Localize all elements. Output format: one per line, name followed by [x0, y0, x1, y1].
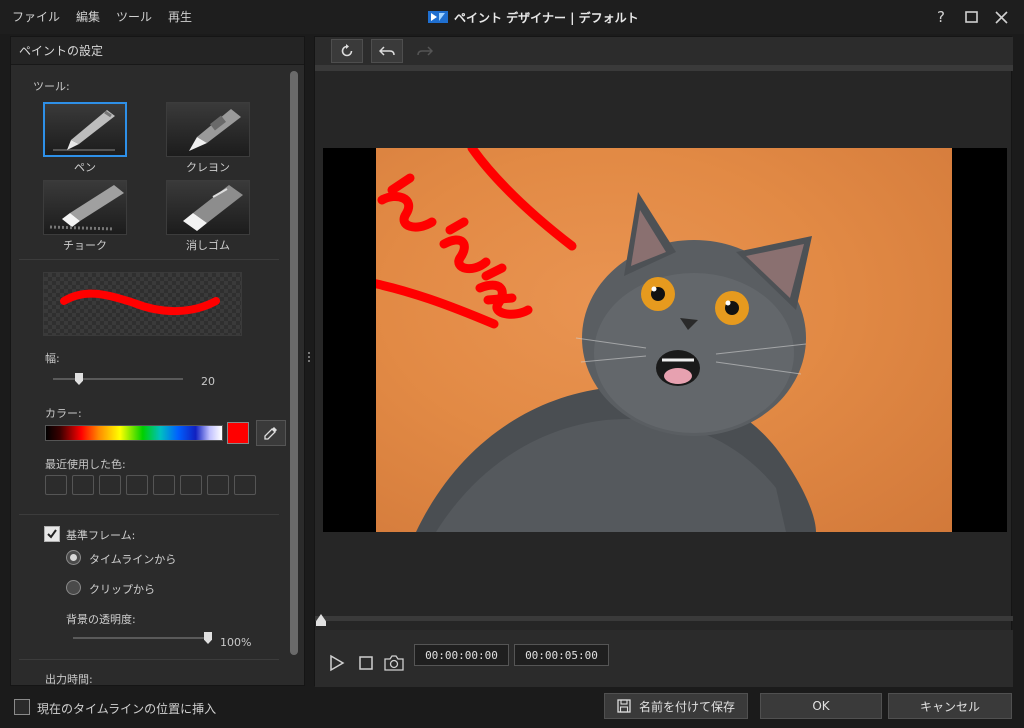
- divider: [19, 514, 279, 515]
- width-slider-track[interactable]: [53, 378, 183, 380]
- bg-opacity-slider-thumb[interactable]: [204, 632, 212, 644]
- save-as-button[interactable]: 名前を付けて保存: [604, 693, 748, 719]
- maximize-button[interactable]: [962, 8, 980, 26]
- pen-icon: [43, 102, 127, 157]
- recent-color-swatch[interactable]: [126, 475, 148, 495]
- insert-at-timeline-label: 現在のタイムラインの位置に挿入: [37, 702, 217, 716]
- recent-colors-label: 最近使用した色:: [45, 458, 126, 471]
- current-color-swatch[interactable]: [227, 422, 249, 444]
- radio-from-clip-label: クリップから: [89, 583, 155, 596]
- menu-play[interactable]: 再生: [160, 0, 200, 34]
- reset-icon: [341, 44, 353, 57]
- tool-crayon[interactable]: クレヨン: [166, 102, 250, 175]
- close-button[interactable]: [992, 8, 1010, 26]
- checkmark-icon: [47, 529, 57, 539]
- tool-eraser-label: 消しゴム: [186, 239, 230, 252]
- paint-settings-panel: ペイントの設定 ツール: ペン クレヨン チョーク 消しゴム 幅: 20 カラー…: [10, 36, 305, 686]
- toolbar-edge: [315, 65, 1013, 71]
- eyedropper-icon: [264, 427, 277, 440]
- window-controls: ?: [932, 0, 1010, 34]
- play-button[interactable]: [326, 652, 348, 674]
- bottom-bar: 現在のタイムラインの位置に挿入 名前を付けて保存 OK キャンセル: [0, 690, 1024, 728]
- bg-opacity-label: 背景の透明度:: [66, 613, 136, 626]
- save-as-label: 名前を付けて保存: [638, 699, 735, 714]
- current-timecode[interactable]: 00:00:00:00: [414, 644, 509, 666]
- close-icon: [994, 10, 1008, 24]
- app-logo-icon: [428, 10, 448, 24]
- radio-from-clip[interactable]: [66, 580, 81, 595]
- ok-button[interactable]: OK: [760, 693, 882, 719]
- tool-crayon-label: クレヨン: [186, 161, 230, 174]
- canvas-area: 00:00:00:00 00:00:05:00: [314, 36, 1013, 687]
- menu-edit[interactable]: 編集: [68, 0, 108, 34]
- brush-preview: [43, 272, 242, 336]
- save-icon: [617, 699, 631, 713]
- paint-canvas[interactable]: [323, 148, 1007, 532]
- ref-frame-checkbox[interactable]: [44, 526, 60, 542]
- menu-tools[interactable]: ツール: [108, 0, 160, 34]
- tool-pen[interactable]: ペン: [43, 102, 127, 175]
- chalk-icon: [43, 180, 127, 235]
- play-icon: [330, 654, 345, 672]
- reset-button[interactable]: [331, 39, 363, 63]
- panel-scrollbar[interactable]: [290, 71, 298, 655]
- output-time-label: 出力時間:: [45, 673, 93, 686]
- recent-color-swatch[interactable]: [153, 475, 175, 495]
- undo-icon: [379, 46, 395, 56]
- playback-controls: 00:00:00:00 00:00:05:00: [315, 630, 1013, 687]
- recent-color-swatch[interactable]: [45, 475, 67, 495]
- recent-color-swatch[interactable]: [207, 475, 229, 495]
- redo-button[interactable]: [409, 39, 441, 63]
- bg-opacity-value: 100%: [220, 636, 252, 649]
- panel-title: ペイントの設定: [11, 37, 304, 65]
- maximize-icon: [964, 11, 978, 23]
- redo-icon: [417, 46, 433, 56]
- divider: [19, 659, 279, 660]
- width-slider-thumb[interactable]: [75, 373, 83, 385]
- snapshot-button[interactable]: [383, 652, 405, 674]
- color-spectrum[interactable]: [45, 425, 223, 441]
- tool-pen-label: ペン: [74, 161, 96, 174]
- window-title-group: ペイント デザイナー | デフォルト: [428, 0, 639, 34]
- tool-chalk[interactable]: チョーク: [43, 180, 127, 253]
- window-title: ペイント デザイナー | デフォルト: [454, 10, 639, 25]
- tools-label: ツール:: [33, 80, 70, 93]
- duration-timecode[interactable]: 00:00:05:00: [514, 644, 609, 666]
- bg-opacity-slider-track[interactable]: [73, 637, 208, 639]
- scrollbar-thumb[interactable]: [290, 71, 298, 655]
- menu-bar: ファイル 編集 ツール 再生: [4, 0, 200, 34]
- ref-frame-label: 基準フレーム:: [66, 529, 136, 542]
- recent-color-swatch[interactable]: [234, 475, 256, 495]
- brush-stroke-preview: [60, 289, 220, 315]
- canvas-toolbar: [315, 37, 1013, 65]
- width-label: 幅:: [45, 352, 60, 365]
- color-label: カラー:: [45, 407, 82, 420]
- recent-color-swatch[interactable]: [99, 475, 121, 495]
- menu-file[interactable]: ファイル: [4, 0, 68, 34]
- help-button[interactable]: ?: [932, 8, 950, 26]
- eraser-icon: [166, 180, 250, 235]
- title-bar: ファイル 編集 ツール 再生 ペイント デザイナー | デフォルト ?: [0, 0, 1024, 34]
- stop-button[interactable]: [355, 652, 377, 674]
- stop-icon: [359, 656, 373, 670]
- cat-illustration: [376, 148, 816, 532]
- recent-color-swatch[interactable]: [180, 475, 202, 495]
- cancel-button[interactable]: キャンセル: [888, 693, 1012, 719]
- width-value: 20: [201, 375, 215, 388]
- divider: [19, 259, 279, 260]
- tool-eraser[interactable]: 消しゴム: [166, 180, 250, 253]
- crayon-icon: [166, 102, 250, 157]
- undo-button[interactable]: [371, 39, 403, 63]
- radio-from-timeline-label: タイムラインから: [89, 553, 177, 566]
- insert-at-timeline-checkbox[interactable]: [14, 699, 30, 715]
- timeline-track[interactable]: [315, 616, 1013, 621]
- radio-from-timeline[interactable]: [66, 550, 81, 565]
- camera-icon: [384, 655, 404, 671]
- recent-color-swatch[interactable]: [72, 475, 94, 495]
- tool-chalk-label: チョーク: [63, 239, 107, 252]
- cat-photo: [376, 148, 952, 532]
- panel-splitter[interactable]: [308, 352, 311, 366]
- eyedropper-button[interactable]: [256, 420, 286, 446]
